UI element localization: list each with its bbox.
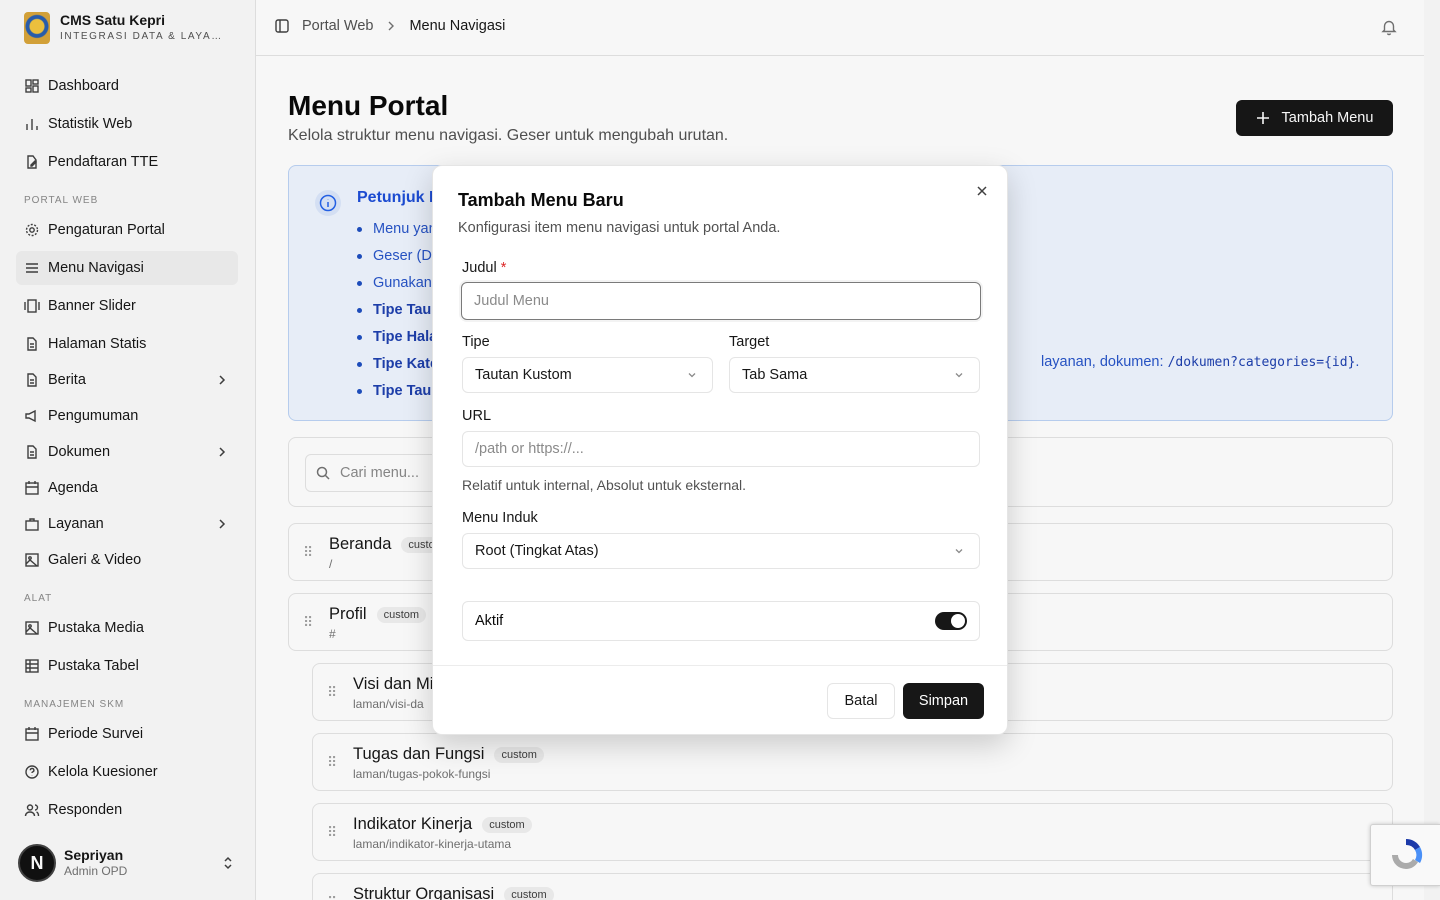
switch-knob: [951, 614, 965, 628]
type-value: Tautan Kustom: [475, 367, 572, 383]
chevron-down-icon: [953, 369, 965, 381]
type-select[interactable]: Tautan Kustom: [462, 357, 713, 393]
active-toggle-row: Aktif: [462, 601, 980, 641]
cancel-button[interactable]: Batal: [827, 683, 895, 719]
parent-menu-select[interactable]: Root (Tingkat Atas): [462, 533, 980, 569]
chevron-down-icon: [686, 369, 698, 381]
dialog-divider: [433, 665, 1007, 666]
type-label: Tipe: [462, 334, 490, 350]
recaptcha-icon: [1391, 838, 1422, 869]
add-menu-dialog: Tambah Menu Baru Konfigurasi item menu n…: [432, 165, 1008, 735]
target-select[interactable]: Tab Sama: [729, 357, 980, 393]
active-label: Aktif: [475, 613, 504, 629]
title-input[interactable]: Judul Menu: [461, 282, 981, 320]
parent-menu-value: Root (Tingkat Atas): [475, 543, 599, 559]
active-switch[interactable]: [935, 612, 967, 630]
close-icon[interactable]: [973, 182, 991, 200]
parent-menu-label: Menu Induk: [462, 510, 538, 526]
title-placeholder: Judul Menu: [474, 293, 549, 309]
required-mark: *: [500, 260, 507, 276]
dialog-description: Konfigurasi item menu navigasi untuk por…: [458, 220, 781, 236]
title-field-label: Judul *: [462, 260, 506, 276]
save-button[interactable]: Simpan: [903, 683, 984, 719]
url-input[interactable]: /path or https://...: [462, 431, 980, 467]
target-label: Target: [729, 334, 770, 350]
dialog-title: Tambah Menu Baru: [458, 190, 624, 210]
title-label-text: Judul: [462, 260, 497, 276]
url-hint: Relatif untuk internal, Absolut untuk ek…: [462, 477, 747, 493]
chevron-down-icon: [953, 545, 965, 557]
target-value: Tab Sama: [742, 367, 808, 383]
recaptcha-badge[interactable]: [1370, 824, 1440, 886]
url-label: URL: [462, 408, 492, 424]
url-placeholder: /path or https://...: [475, 441, 584, 457]
